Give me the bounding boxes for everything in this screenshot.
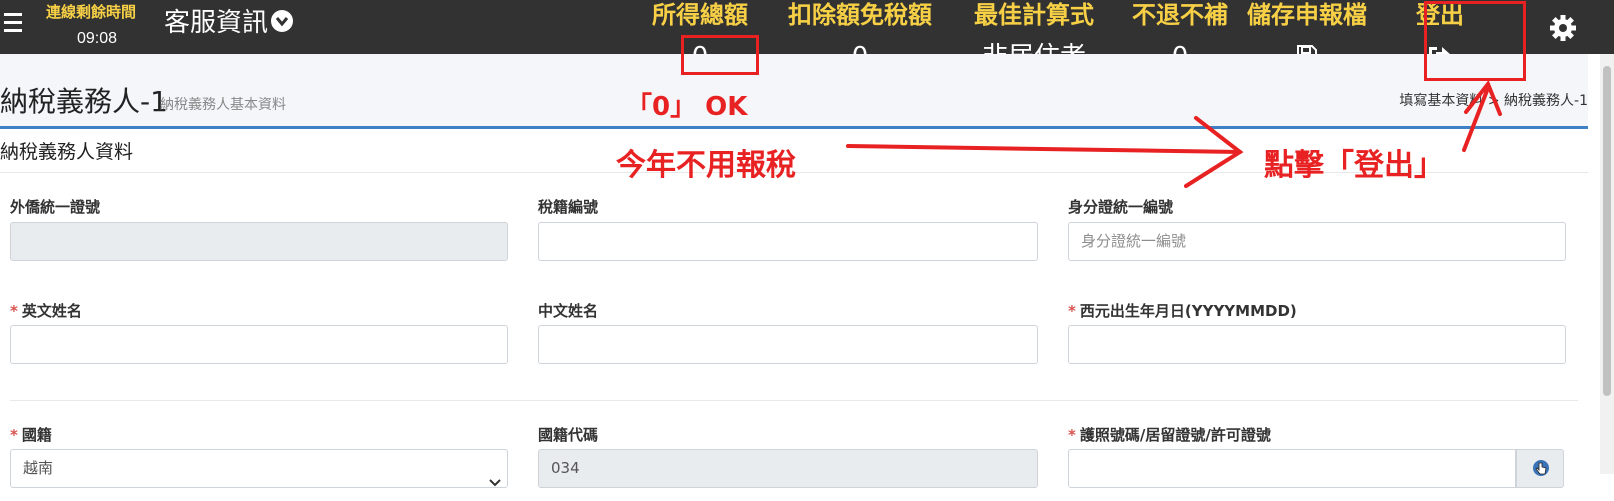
- annotation-arrows: [846, 80, 1502, 188]
- arrow-right-line: [846, 144, 1242, 154]
